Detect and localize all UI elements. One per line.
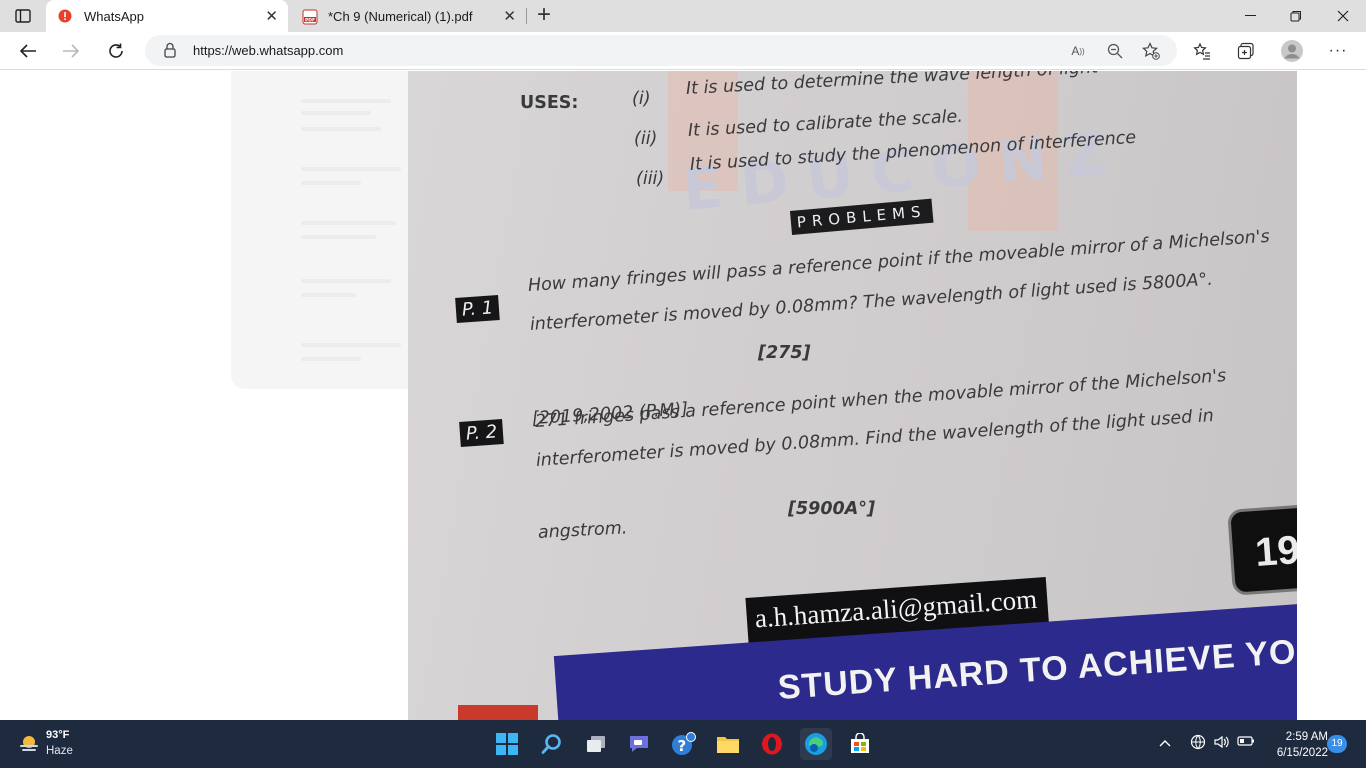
collections-icon[interactable] [1233,38,1259,64]
back-button[interactable] [14,37,42,65]
task-view-button[interactable] [580,728,612,760]
read-aloud-icon[interactable]: A)) [1068,41,1088,61]
uses-number: (iii) [636,169,665,189]
search-button[interactable] [536,728,568,760]
logo-red-fragment [458,705,538,720]
windows-logo-icon [496,733,518,755]
edge-button[interactable] [800,728,832,760]
whatsapp-alert-icon [58,9,72,26]
minimize-button[interactable] [1227,0,1273,32]
notification-count-badge[interactable]: 19 [1327,735,1347,753]
weather-condition: Haze [46,745,73,757]
folder-icon [717,737,739,753]
volume-icon[interactable] [1212,734,1232,753]
forward-button[interactable] [57,37,85,65]
get-help-button[interactable]: ? [668,728,700,760]
close-window-button[interactable] [1320,0,1366,32]
weather-haze-icon [20,736,38,751]
add-favorite-icon[interactable] [1141,41,1161,61]
tab-title: *Ch 9 (Numerical) (1).pdf [328,9,473,24]
refresh-button[interactable] [102,37,130,65]
profile-avatar-icon[interactable] [1279,38,1305,64]
forward-arrow-icon [63,44,80,58]
system-clock[interactable]: 2:59 AM 6/15/2022 [1264,729,1328,761]
start-button[interactable] [491,728,523,760]
tab-whatsapp[interactable]: WhatsApp ✕ [46,0,288,32]
problem-label: P. 2 [459,419,505,447]
uses-number: (ii) [634,129,658,149]
task-view-icon [587,736,605,752]
tab-actions-icon [15,9,31,23]
problem-label: P. 1 [455,295,501,323]
close-icon [1337,10,1349,22]
minimize-icon [1244,15,1256,16]
uses-heading: USES: [520,93,579,113]
zoom-out-icon[interactable] [1105,41,1125,61]
problem-answer: [5900A°] [788,499,875,519]
svg-text:PDF: PDF [305,17,315,23]
page-number-badge: 19 [1227,502,1297,596]
tab-pdf[interactable]: PDF *Ch 9 (Numerical) (1).pdf ✕ [290,0,526,32]
page-content: EDUCONZ USES: (i) It is used to determin… [0,71,1366,720]
address-bar[interactable]: https://web.whatsapp.com A)) [145,35,1177,66]
clock-date: 6/15/2022 [1276,747,1328,759]
opera-icon [762,733,782,755]
uses-number: (i) [632,89,651,109]
refresh-icon [109,43,123,58]
settings-more-icon[interactable]: ··· [1325,38,1351,64]
new-tab-button[interactable]: + [533,3,555,29]
weather-temperature: 93°F [46,729,70,741]
tab-separator [526,8,527,24]
pdf-icon: PDF [302,9,318,28]
svg-text:?: ? [678,737,687,755]
help-icon: ? [672,732,696,755]
store-icon [851,733,869,753]
close-tab-icon[interactable]: ✕ [265,7,278,25]
back-arrow-icon [19,44,36,58]
tab-title: WhatsApp [84,9,144,24]
tab-strip: WhatsApp ✕ PDF *Ch 9 (Numerical) (1).pdf… [0,0,1366,32]
favorites-icon[interactable] [1189,38,1215,64]
file-explorer-button[interactable] [712,728,744,760]
document-photo: EDUCONZ USES: (i) It is used to determin… [408,71,1297,720]
edge-icon [805,733,827,755]
teams-chat-button[interactable] [623,728,655,760]
restore-icon [1290,11,1301,22]
store-button[interactable] [844,728,876,760]
problem-answer: [275] [758,343,811,363]
restore-button[interactable] [1273,0,1319,32]
chat-icon [630,736,648,752]
chevron-up-icon [1159,740,1171,747]
opera-button[interactable] [756,728,788,760]
whatsapp-background-panel [231,71,421,389]
browser-toolbar: https://web.whatsapp.com A)) ··· [0,32,1366,70]
url-text: https://web.whatsapp.com [193,43,344,58]
battery-icon[interactable] [1236,734,1256,750]
lock-icon[interactable] [163,42,177,63]
clock-time: 2:59 AM [1285,731,1328,743]
problem-line: angstrom. [537,518,628,543]
taskbar: 93°F Haze ? 2:59 AM 6/15/2022 19 [0,720,1366,768]
network-icon[interactable] [1188,734,1208,753]
close-tab-icon[interactable]: ✕ [503,7,516,25]
show-hidden-icons-button[interactable] [1155,734,1175,750]
search-icon [541,734,561,754]
tab-actions-button[interactable] [8,5,38,27]
